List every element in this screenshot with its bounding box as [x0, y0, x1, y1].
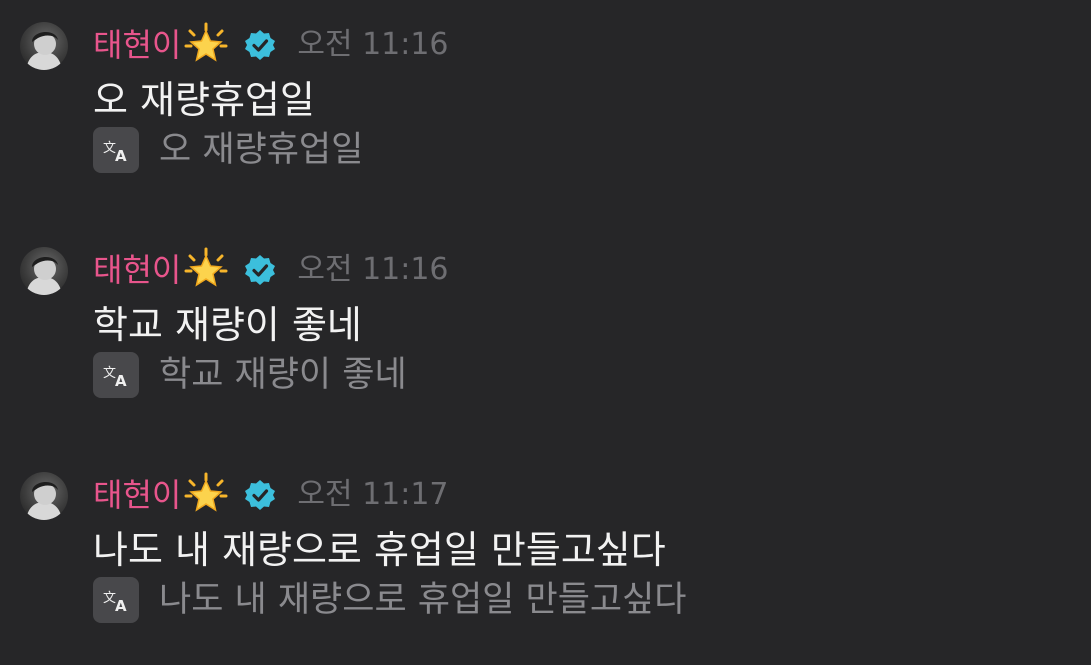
svg-text:A: A [115, 147, 127, 165]
verified-badge-icon [243, 478, 277, 512]
verified-badge-icon [243, 28, 277, 62]
verified-badge-icon [243, 253, 277, 287]
glowing-star-icon [183, 472, 229, 518]
chat-message: 태현이 오전 11:17 나도 내 재량으로 휴업일 만들고싶다 文 A 나도 … [0, 450, 1091, 665]
translation-row: 文 A 학교 재량이 좋네 [93, 351, 407, 399]
translation-row: 文 A 오 재량휴업일 [93, 126, 363, 174]
translate-icon[interactable]: 文 A [93, 577, 139, 623]
glowing-star-icon [183, 247, 229, 293]
translate-icon[interactable]: 文 A [93, 127, 139, 173]
translation-row: 文 A 나도 내 재량으로 휴업일 만들고싶다 [93, 576, 687, 624]
message-header: 태현이 오전 11:16 [93, 22, 449, 68]
message-timestamp: 오전 11:17 [297, 477, 449, 512]
username[interactable]: 태현이 [93, 472, 181, 518]
message-text: 나도 내 재량으로 휴업일 만들고싶다 [93, 528, 666, 572]
message-text: 오 재량휴업일 [93, 78, 315, 122]
glowing-star-icon [183, 22, 229, 68]
translated-text: 학교 재량이 좋네 [159, 355, 407, 395]
translate-icon[interactable]: 文 A [93, 352, 139, 398]
chat-message: 태현이 오전 11:16 오 재량휴업일 文 A 오 재량휴업일 [0, 0, 1091, 215]
message-header: 태현이 오전 11:17 [93, 472, 449, 518]
message-timestamp: 오전 11:16 [297, 252, 449, 287]
translated-text: 오 재량휴업일 [159, 130, 364, 170]
chat-message: 태현이 오전 11:16 학교 재량이 좋네 文 A 학교 재량이 좋네 [0, 225, 1091, 440]
translated-text: 나도 내 재량으로 휴업일 만들고싶다 [159, 580, 687, 620]
message-text: 학교 재량이 좋네 [93, 303, 362, 347]
message-header: 태현이 오전 11:16 [93, 247, 449, 293]
username[interactable]: 태현이 [93, 22, 181, 68]
svg-text:A: A [115, 372, 127, 390]
message-timestamp: 오전 11:16 [297, 27, 449, 62]
user-avatar[interactable] [20, 247, 68, 295]
svg-text:A: A [115, 597, 127, 615]
user-avatar[interactable] [20, 22, 68, 70]
username[interactable]: 태현이 [93, 247, 181, 293]
user-avatar[interactable] [20, 472, 68, 520]
